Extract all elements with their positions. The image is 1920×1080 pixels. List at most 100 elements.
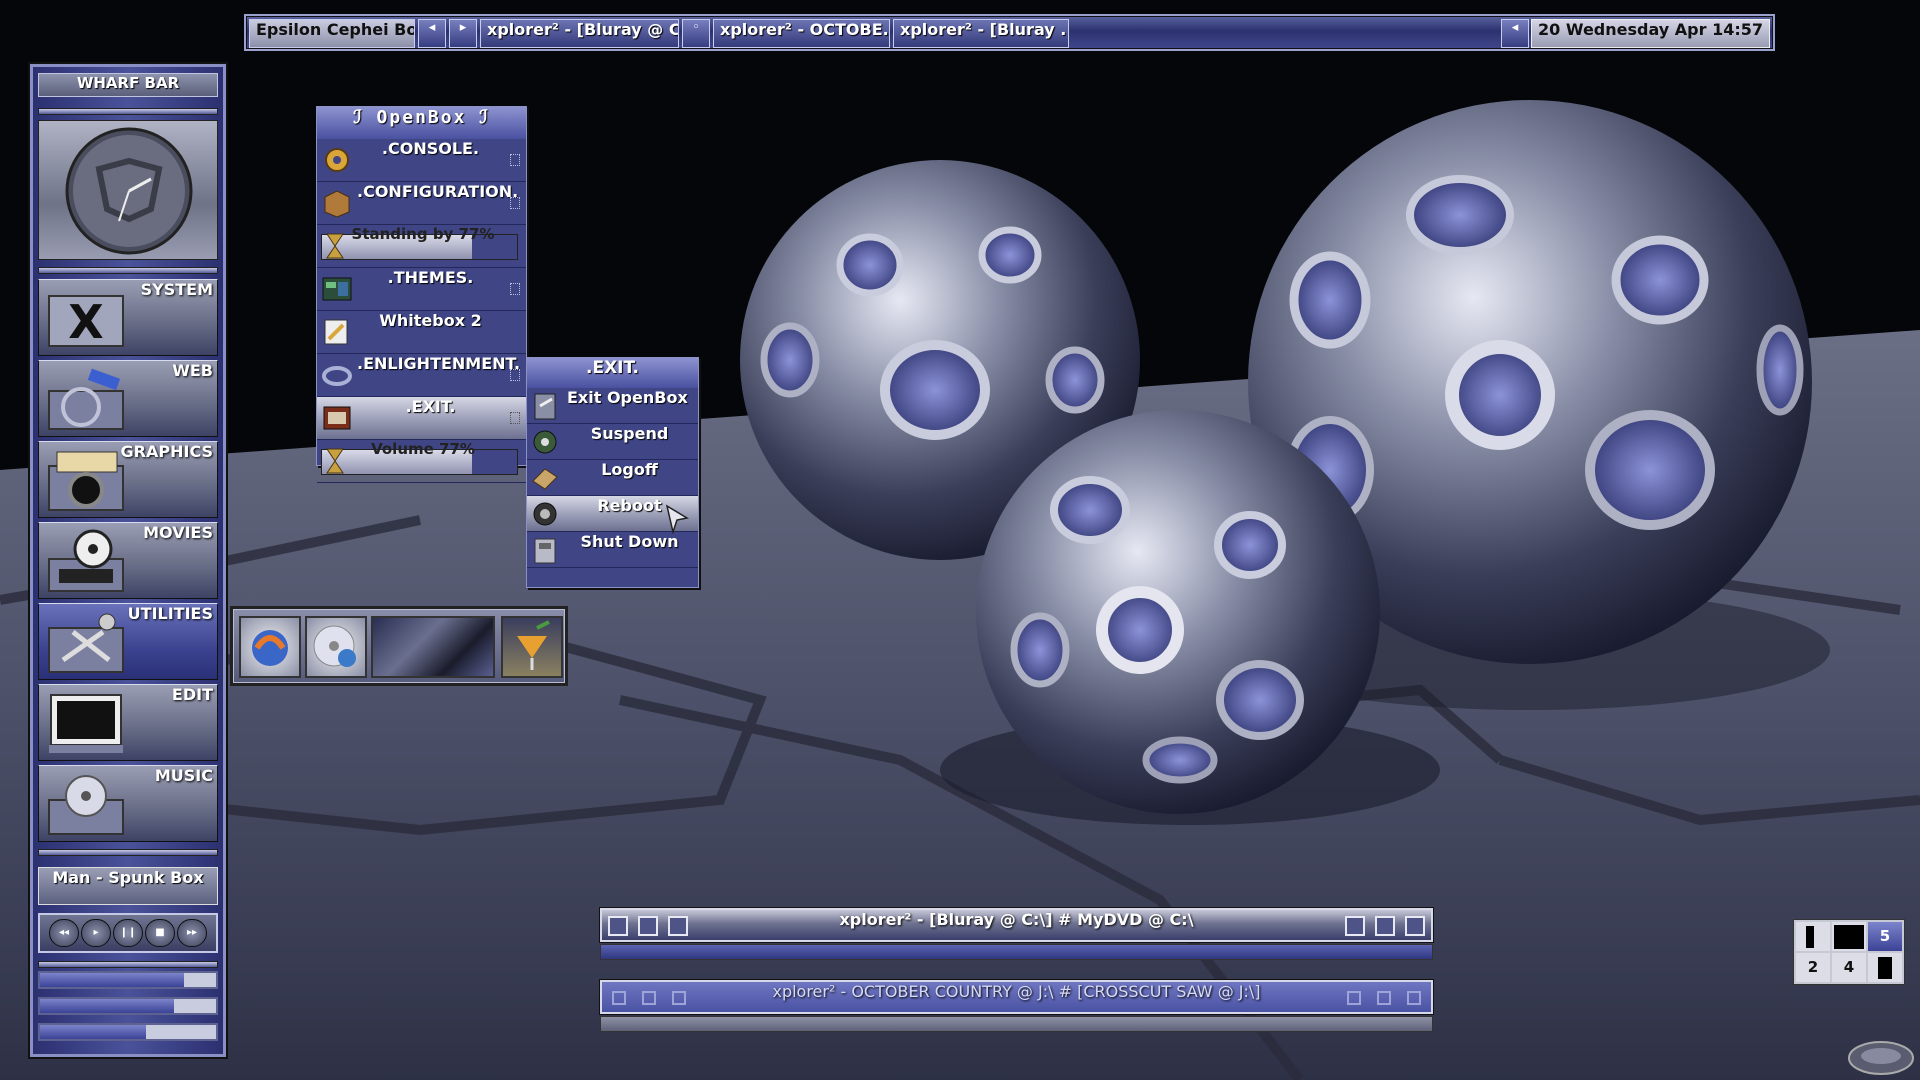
wharf-item-system[interactable]: X SYSTEM [38, 279, 218, 356]
prev-window-icon[interactable]: ◂ [1501, 19, 1529, 48]
workspace-name-button[interactable]: Epsilon Cephei Box [249, 19, 415, 48]
monitor-icon [49, 694, 123, 753]
exit-icon [323, 406, 351, 430]
gear-icon [325, 148, 349, 172]
shade-icon[interactable] [642, 991, 656, 1005]
rewind-button[interactable]: ◂◂ [49, 919, 79, 947]
wharf-item-graphics[interactable]: GRAPHICS [38, 441, 218, 518]
pager-desktop[interactable] [1796, 922, 1830, 951]
menu-item-themes[interactable]: .THEMES. [317, 268, 526, 311]
task-item-october[interactable]: xplorer² - OCTOBE... [713, 19, 890, 48]
wharf-item-web[interactable]: WEB [38, 360, 218, 437]
menu-item-enlightenment[interactable]: .ENLIGHTENMENT. [317, 354, 526, 397]
logo-icon [1848, 1041, 1914, 1075]
wharf-title: WHARF BAR [38, 73, 218, 97]
window-menu-icon[interactable] [608, 916, 628, 936]
pause-button[interactable]: ❙❙ [113, 919, 143, 947]
play-button[interactable]: ▸ [81, 919, 111, 947]
menu-item-logoff[interactable]: Logoff [527, 460, 698, 496]
wharf-divider [38, 108, 218, 115]
menu-item-label: Shut Down [580, 532, 679, 551]
clock[interactable]: 20 Wednesday Apr 14:57 [1531, 19, 1770, 48]
stop-button[interactable]: ■ [145, 919, 175, 947]
minimized-marker-icon[interactable]: ◦ [682, 19, 710, 48]
window-body-strip [600, 944, 1433, 960]
wharf-item-utilities[interactable]: UTILITIES [38, 603, 218, 680]
film-reel-icon [48, 529, 124, 592]
fast-forward-button[interactable]: ▸▸ [177, 919, 207, 947]
menu-item-label: .CONSOLE. [381, 139, 480, 158]
task-item-bluray-2[interactable]: xplorer² - [Bluray ... [893, 19, 1069, 48]
menu-item-configuration[interactable]: .CONFIGURATION. [317, 182, 526, 225]
next-workspace-icon[interactable]: ▸ [449, 19, 477, 48]
paint-icon [324, 319, 348, 345]
submenu-arrow-icon [510, 369, 520, 381]
sticky-icon[interactable] [672, 991, 686, 1005]
task-item-bluray[interactable]: xplorer² - [Bluray @ C... [480, 19, 679, 48]
browser-icon[interactable] [239, 616, 301, 678]
menu-item-label: .EXIT. [405, 397, 456, 416]
submenu-arrow-icon [510, 412, 520, 424]
menu-item-whitebox[interactable]: Whitebox 2 [317, 311, 526, 354]
wharf-divider [38, 961, 218, 968]
submenu-title: .EXIT. [527, 358, 698, 388]
menu-item-exit[interactable]: .EXIT. [317, 397, 526, 440]
swap-meter [38, 1023, 218, 1041]
wallpaper-thumbnail[interactable] [371, 616, 495, 678]
pager-desktop[interactable]: 2 [1796, 953, 1830, 982]
pager-desktop[interactable] [1868, 953, 1902, 982]
wharf-item-movies[interactable]: MOVIES [38, 522, 218, 599]
pager-desktop[interactable]: 4 [1832, 953, 1866, 982]
standby-label: Standing by 77% [351, 225, 495, 243]
menu-item-reboot[interactable]: Reboot [527, 496, 698, 534]
submenu-arrow-icon [510, 197, 520, 209]
menu-item-label: .ENLIGHTENMENT. [357, 354, 521, 373]
window-titlebar-bluray[interactable]: xplorer² - [Bluray @ C:\] # MyDVD @ C:\ [600, 908, 1433, 942]
pager-desktop-active[interactable]: 5 [1868, 922, 1902, 951]
chrome-sphere-small [976, 410, 1380, 814]
wharf-item-label: MOVIES [143, 523, 213, 542]
x-window-icon: X [48, 295, 124, 349]
cocktail-icon[interactable] [501, 616, 563, 678]
window-titlebar-october[interactable]: xplorer² - OCTOBER COUNTRY @ J:\ # [CROS… [600, 980, 1433, 1014]
close-icon[interactable] [1405, 916, 1425, 936]
sticky-icon[interactable] [668, 916, 688, 936]
minimize-icon[interactable] [1347, 991, 1361, 1005]
satellite-icon [48, 368, 124, 430]
wharf-item-label: WEB [172, 361, 213, 380]
maximize-icon[interactable] [1375, 916, 1395, 936]
menu-item-shutdown[interactable]: Shut Down [527, 532, 698, 568]
ring-icon [322, 366, 352, 386]
box-icon [324, 190, 350, 218]
openbox-root-menu: ℐ OpenBox ℐ .CONSOLE. .CONFIGURATION. St… [316, 106, 527, 483]
wharf-item-edit[interactable]: EDIT [38, 684, 218, 761]
volume-indicator[interactable]: Volume 77% [317, 440, 526, 483]
standby-indicator: Standing by 77% [317, 225, 526, 268]
menu-item-exit-openbox[interactable]: Exit OpenBox [527, 388, 698, 424]
menu-item-console[interactable]: .CONSOLE. [317, 139, 526, 182]
pager-desktop[interactable] [1832, 922, 1866, 951]
suspend-icon [533, 430, 557, 454]
window-body-strip [600, 1016, 1433, 1032]
window-menu-icon[interactable] [612, 991, 626, 1005]
menu-item-label: .CONFIGURATION. [357, 182, 519, 201]
prev-workspace-icon[interactable]: ◂ [418, 19, 446, 48]
menu-item-suspend[interactable]: Suspend [527, 424, 698, 460]
memory-meter [38, 997, 218, 1015]
analog-clock[interactable] [38, 120, 218, 260]
shade-icon[interactable] [638, 916, 658, 936]
window-title: xplorer² - OCTOBER COUNTRY @ J:\ # [CROS… [772, 982, 1261, 1001]
wharf-item-label: UTILITIES [127, 604, 213, 623]
wharf-item-label: SYSTEM [140, 280, 213, 299]
launcher-dock [230, 606, 568, 686]
cd-burn-icon[interactable] [305, 616, 367, 678]
maximize-icon[interactable] [1377, 991, 1391, 1005]
menu-title: ℐ OpenBox ℐ [317, 107, 526, 139]
close-icon[interactable] [1407, 991, 1421, 1005]
wharf-item-music[interactable]: MUSIC [38, 765, 218, 842]
tools-icon [48, 613, 124, 673]
minimize-icon[interactable] [1345, 916, 1365, 936]
menu-item-label: .THEMES. [387, 268, 474, 287]
window-title: xplorer² - [Bluray @ C:\] # MyDVD @ C:\ [839, 910, 1194, 929]
wharf-item-label: GRAPHICS [120, 442, 213, 461]
